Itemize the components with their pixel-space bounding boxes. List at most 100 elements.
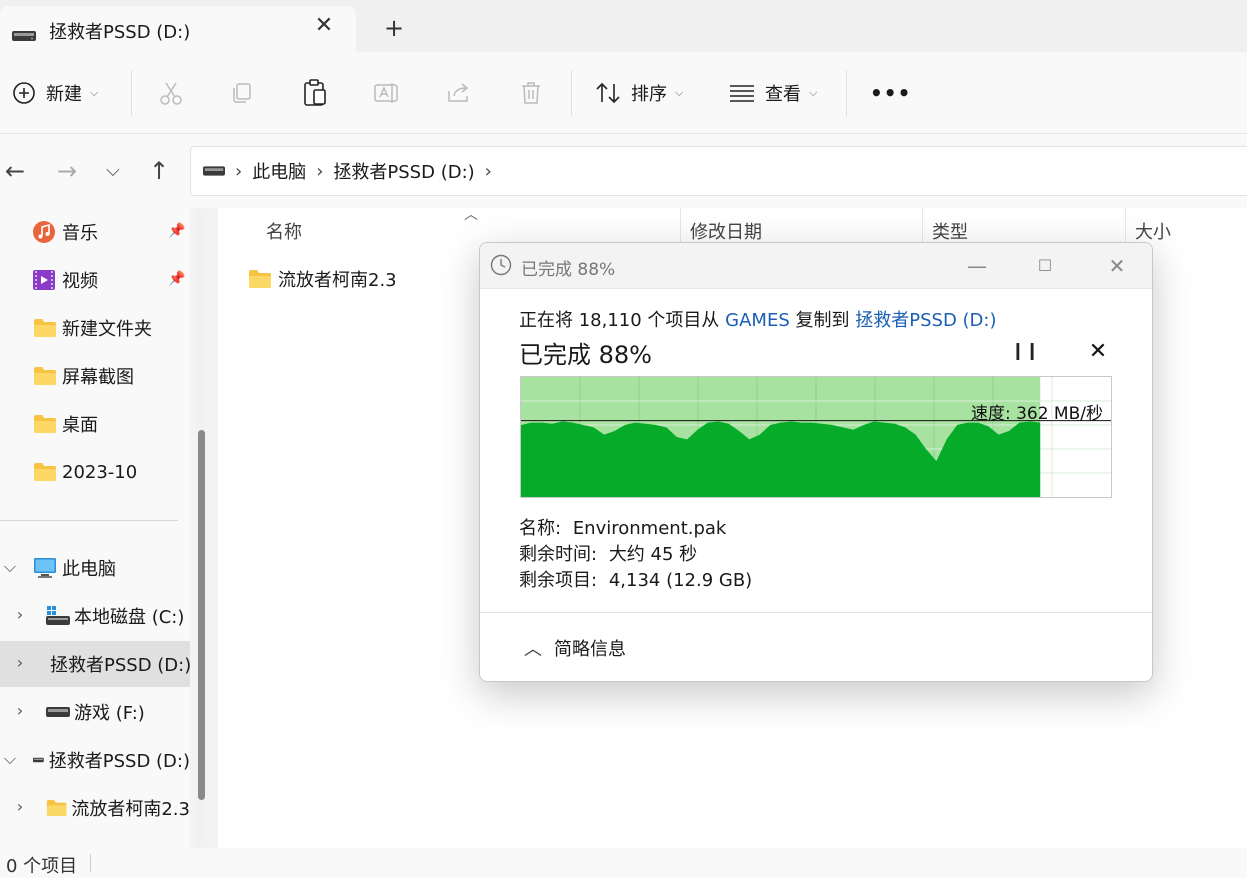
scrollbar-thumb[interactable]: [198, 430, 205, 800]
fewer-details-label: 简略信息: [554, 639, 626, 660]
address-bar[interactable]: › 此电脑 › 拯救者PSSD (D:) ›: [190, 146, 1247, 196]
sidebar-item-label: 屏幕截图: [62, 367, 134, 388]
view-lines-icon: [730, 85, 754, 102]
close-tab-button[interactable]: ✕: [312, 14, 336, 38]
new-tab-button[interactable]: +: [380, 14, 408, 42]
sidebar-item-music[interactable]: 音乐 📌: [0, 209, 190, 255]
up-arrow-icon[interactable]: ↑: [144, 156, 174, 186]
close-dialog-button[interactable]: ✕: [1102, 253, 1132, 279]
items-value: 4,134 (12.9 GB): [608, 570, 753, 591]
paste-button[interactable]: [302, 52, 328, 134]
minimize-button[interactable]: —: [962, 253, 992, 279]
time-label: 剩余时间:: [519, 544, 598, 565]
breadcrumb-separator-icon: ›: [235, 160, 243, 182]
name-row: 名称: Environment.pak: [519, 514, 726, 540]
status-bar: 0 个项目: [0, 848, 1247, 878]
forward-arrow-icon[interactable]: →: [52, 156, 82, 186]
tab-current[interactable]: 拯救者PSSD (D:) ✕: [0, 6, 356, 52]
plus-circle-icon: [13, 82, 35, 104]
tab-title: 拯救者PSSD (D:): [49, 22, 191, 43]
share-icon: [448, 83, 469, 102]
destination-link[interactable]: 拯救者PSSD (D:): [855, 310, 996, 331]
sidebar-item-label: 本地磁盘 (C:): [74, 607, 185, 628]
items-label: 剩余项目:: [519, 570, 598, 591]
windows-drive-icon: [46, 606, 70, 625]
rename-button[interactable]: [373, 52, 401, 134]
sidebar-item-label: 新建文件夹: [62, 319, 152, 340]
drive-icon: [203, 166, 225, 176]
sort-icon: [596, 82, 620, 104]
sidebar-item-drive-c[interactable]: › 本地磁盘 (C:): [0, 593, 190, 639]
toolbar-divider: [131, 70, 132, 116]
copy-button[interactable]: [230, 52, 254, 134]
folder-icon: [249, 270, 271, 288]
column-header-modified[interactable]: 修改日期: [690, 218, 762, 244]
folder-icon: [34, 319, 56, 337]
sidebar-item-screenshots[interactable]: 屏幕截图: [0, 353, 190, 399]
fewer-details-button[interactable]: ︿ 简略信息: [524, 635, 626, 661]
speed-chart: [521, 377, 1111, 497]
chevron-right-icon[interactable]: ›: [10, 797, 30, 816]
sidebar-item-desktop[interactable]: 桌面: [0, 401, 190, 447]
pause-button[interactable]: ❙❙: [1010, 341, 1040, 367]
sidebar-item-pssd[interactable]: ⌵ 拯救者PSSD (D:): [0, 737, 190, 783]
breadcrumb-this-pc[interactable]: 此电脑: [252, 158, 306, 184]
sidebar-item-2023-10[interactable]: 2023-10: [0, 449, 190, 495]
sidebar-divider: [0, 520, 178, 521]
breadcrumb-separator-icon: ›: [316, 160, 324, 182]
column-header-size[interactable]: 大小: [1135, 218, 1171, 244]
sidebar-item-drive-d[interactable]: › 拯救者PSSD (D:): [0, 641, 190, 687]
chevron-down-icon: ⌵: [675, 86, 684, 99]
delete-button[interactable]: [519, 52, 543, 134]
sidebar-item-conan-folder[interactable]: › 流放者柯南2.3: [0, 785, 190, 831]
sort-button[interactable]: 排序 ⌵: [595, 52, 683, 134]
source-link[interactable]: GAMES: [725, 310, 790, 331]
sidebar-item-new-folder[interactable]: 新建文件夹: [0, 305, 190, 351]
video-icon: [33, 270, 55, 290]
pin-icon[interactable]: 📌: [168, 223, 185, 239]
sidebar-item-this-pc[interactable]: ⌵ 此电脑: [0, 545, 190, 591]
list-item[interactable]: 流放者柯南2.3: [248, 266, 397, 292]
copy-description: 正在将 18,110 个项目从 GAMES 复制到 拯救者PSSD (D:): [519, 306, 997, 332]
chevron-down-icon: ⌵: [90, 86, 99, 99]
scissors-icon: [160, 82, 182, 105]
column-header-name[interactable]: 名称: [266, 218, 302, 244]
sidebar-item-videos[interactable]: 视频 📌: [0, 257, 190, 303]
clock-icon: [490, 254, 512, 276]
view-label: 查看: [765, 84, 801, 105]
drive-icon: [33, 757, 44, 763]
sidebar-item-drive-f[interactable]: › 游戏 (F:): [0, 689, 190, 735]
name-value: Environment.pak: [572, 518, 727, 539]
new-button[interactable]: 新建 ⌵: [12, 52, 98, 134]
share-button[interactable]: [446, 52, 472, 134]
more-options-button[interactable]: •••: [870, 52, 911, 134]
sort-label: 排序: [631, 84, 667, 105]
navigation-pane: 音乐 📌 视频 📌 新建文件夹 屏幕截图 桌面 2023-10 ⌵ 此电脑 › …: [0, 208, 190, 848]
speed-label: 速度: 362 MB/秒: [970, 404, 1103, 424]
breadcrumb-drive[interactable]: 拯救者PSSD (D:): [333, 158, 474, 184]
column-header-type[interactable]: 类型: [932, 218, 968, 244]
chevron-right-icon[interactable]: ›: [10, 653, 30, 672]
folder-icon: [46, 799, 67, 817]
back-arrow-icon[interactable]: ←: [0, 156, 30, 186]
name-label: 名称:: [519, 518, 562, 539]
chevron-right-icon[interactable]: ›: [10, 605, 30, 624]
chevron-up-icon: ︿: [524, 639, 542, 660]
pin-icon[interactable]: 📌: [168, 271, 185, 287]
view-button[interactable]: 查看 ⌵: [729, 52, 817, 134]
chevron-right-icon[interactable]: ›: [10, 701, 30, 720]
tab-bar: 拯救者PSSD (D:) ✕ +: [0, 0, 1247, 52]
cut-button[interactable]: [158, 52, 184, 134]
dialog-titlebar[interactable]: 已完成 88% — ☐ ✕: [480, 243, 1152, 289]
chevron-down-icon[interactable]: ⌵: [0, 749, 20, 769]
sidebar-item-label: 桌面: [62, 415, 98, 436]
maximize-button[interactable]: ☐: [1030, 253, 1060, 279]
progress-headline: 已完成 88%: [519, 341, 652, 369]
recent-chevron-icon[interactable]: ⌵: [98, 156, 128, 186]
sidebar-item-label: 音乐: [62, 223, 98, 244]
sidebar-item-label: 流放者柯南2.3: [71, 799, 190, 820]
chevron-down-icon[interactable]: ⌵: [0, 557, 20, 577]
cancel-button[interactable]: ✕: [1084, 339, 1112, 367]
dialog-footer: ︿ 简略信息: [480, 612, 1152, 681]
sidebar-scrollbar[interactable]: [196, 210, 206, 846]
